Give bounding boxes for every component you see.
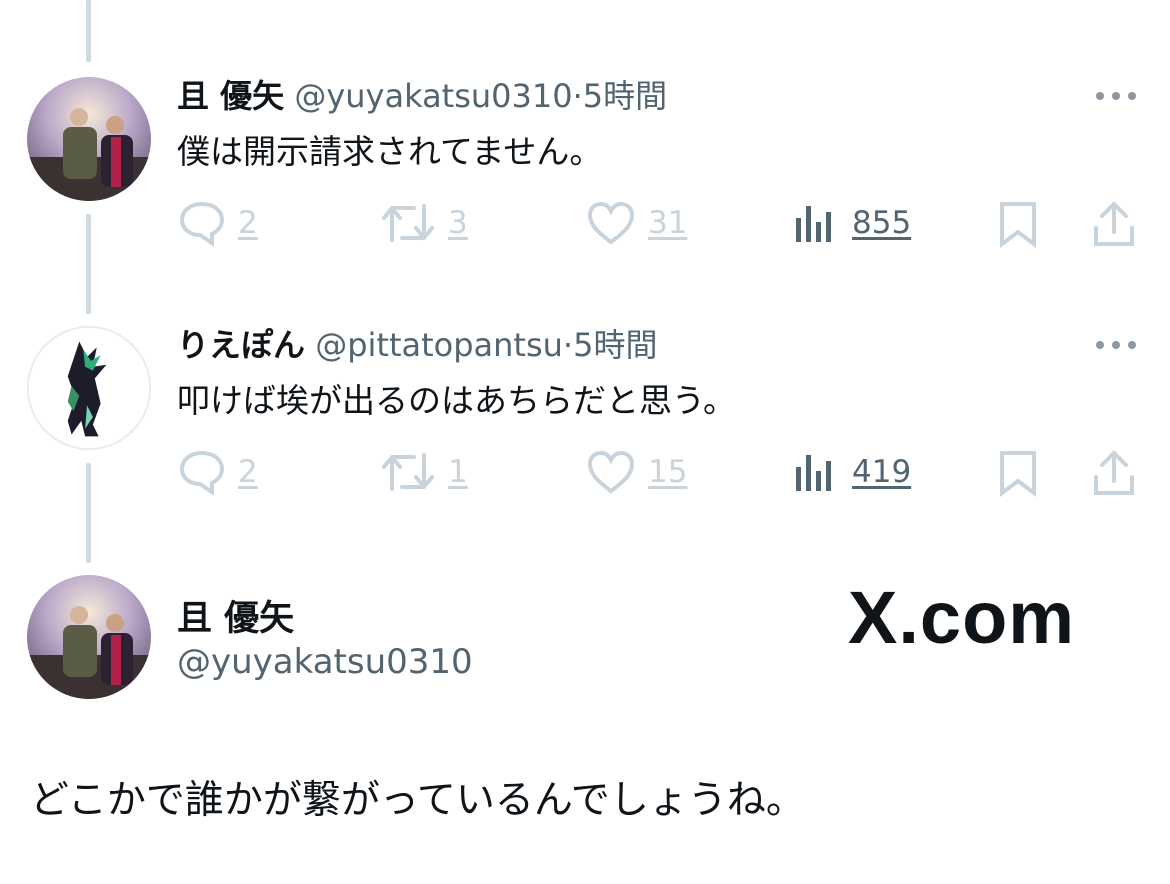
author-handle[interactable]: @pittatopantsu — [315, 326, 563, 364]
reply-count: 2 — [238, 454, 258, 490]
tweet-text: 僕は開示請求されてません。 — [177, 132, 603, 171]
thread-line — [86, 214, 91, 314]
separator: · — [562, 326, 574, 364]
retweet-icon — [382, 453, 434, 491]
avatar[interactable] — [27, 77, 151, 201]
author-handle[interactable]: @yuyakatsu0310 — [177, 642, 473, 682]
like-icon — [587, 450, 635, 494]
share-icon — [1094, 201, 1134, 246]
share-button[interactable] — [1092, 449, 1136, 497]
retweet-button[interactable]: 3 — [380, 200, 468, 246]
reply-count: 2 — [238, 205, 258, 241]
author-handle[interactable]: @yuyakatsu0310 — [294, 77, 572, 115]
retweet-button[interactable]: 1 — [380, 449, 468, 495]
reply-icon — [179, 201, 225, 246]
views-button[interactable]: 855 — [794, 200, 911, 246]
bookmark-icon — [1000, 451, 1036, 497]
views-icon — [796, 455, 831, 491]
reply-icon — [179, 450, 225, 495]
tweet-text: 叩けば埃が出るのはあちらだと思う。 — [177, 381, 737, 420]
brand-logo: X.com — [848, 576, 1076, 659]
views-icon — [796, 206, 831, 242]
views-count: 419 — [852, 454, 912, 490]
author-name[interactable]: りえぽん — [177, 326, 305, 364]
timestamp[interactable]: 5時間 — [583, 77, 667, 115]
tweet-header: りえぽん @pittatopantsu·5時間 — [177, 325, 657, 365]
like-icon — [587, 201, 635, 245]
tweet-header: 且 優矢 @yuyakatsu0310·5時間 — [177, 76, 667, 116]
bookmark-icon — [1000, 202, 1036, 248]
like-button[interactable]: 15 — [586, 449, 687, 495]
retweet-count: 3 — [448, 205, 468, 241]
reply-button[interactable]: 2 — [178, 200, 258, 246]
views-count: 855 — [852, 205, 912, 241]
share-icon — [1094, 450, 1134, 495]
like-button[interactable]: 31 — [586, 200, 687, 246]
more-icon[interactable] — [1096, 335, 1136, 355]
more-icon[interactable] — [1096, 86, 1136, 106]
retweet-count: 1 — [448, 454, 468, 490]
reply-button[interactable]: 2 — [178, 449, 258, 495]
tweet-text: どこかで誰かが繋がっているんでしょうね。 — [30, 778, 805, 823]
like-count: 15 — [648, 454, 688, 490]
retweet-icon — [382, 204, 434, 242]
avatar[interactable] — [27, 575, 151, 699]
like-count: 31 — [648, 205, 688, 241]
author-name[interactable]: 且 優矢 — [177, 590, 294, 641]
separator: · — [572, 77, 583, 115]
share-button[interactable] — [1092, 200, 1136, 248]
avatar[interactable] — [27, 326, 151, 450]
views-button[interactable]: 419 — [794, 449, 911, 495]
timestamp[interactable]: 5時間 — [573, 326, 657, 364]
thread-line — [86, 463, 91, 563]
thread-line — [86, 0, 91, 62]
bookmark-button[interactable] — [998, 200, 1038, 248]
author-name[interactable]: 且 優矢 — [177, 77, 284, 115]
bookmark-button[interactable] — [998, 449, 1038, 497]
